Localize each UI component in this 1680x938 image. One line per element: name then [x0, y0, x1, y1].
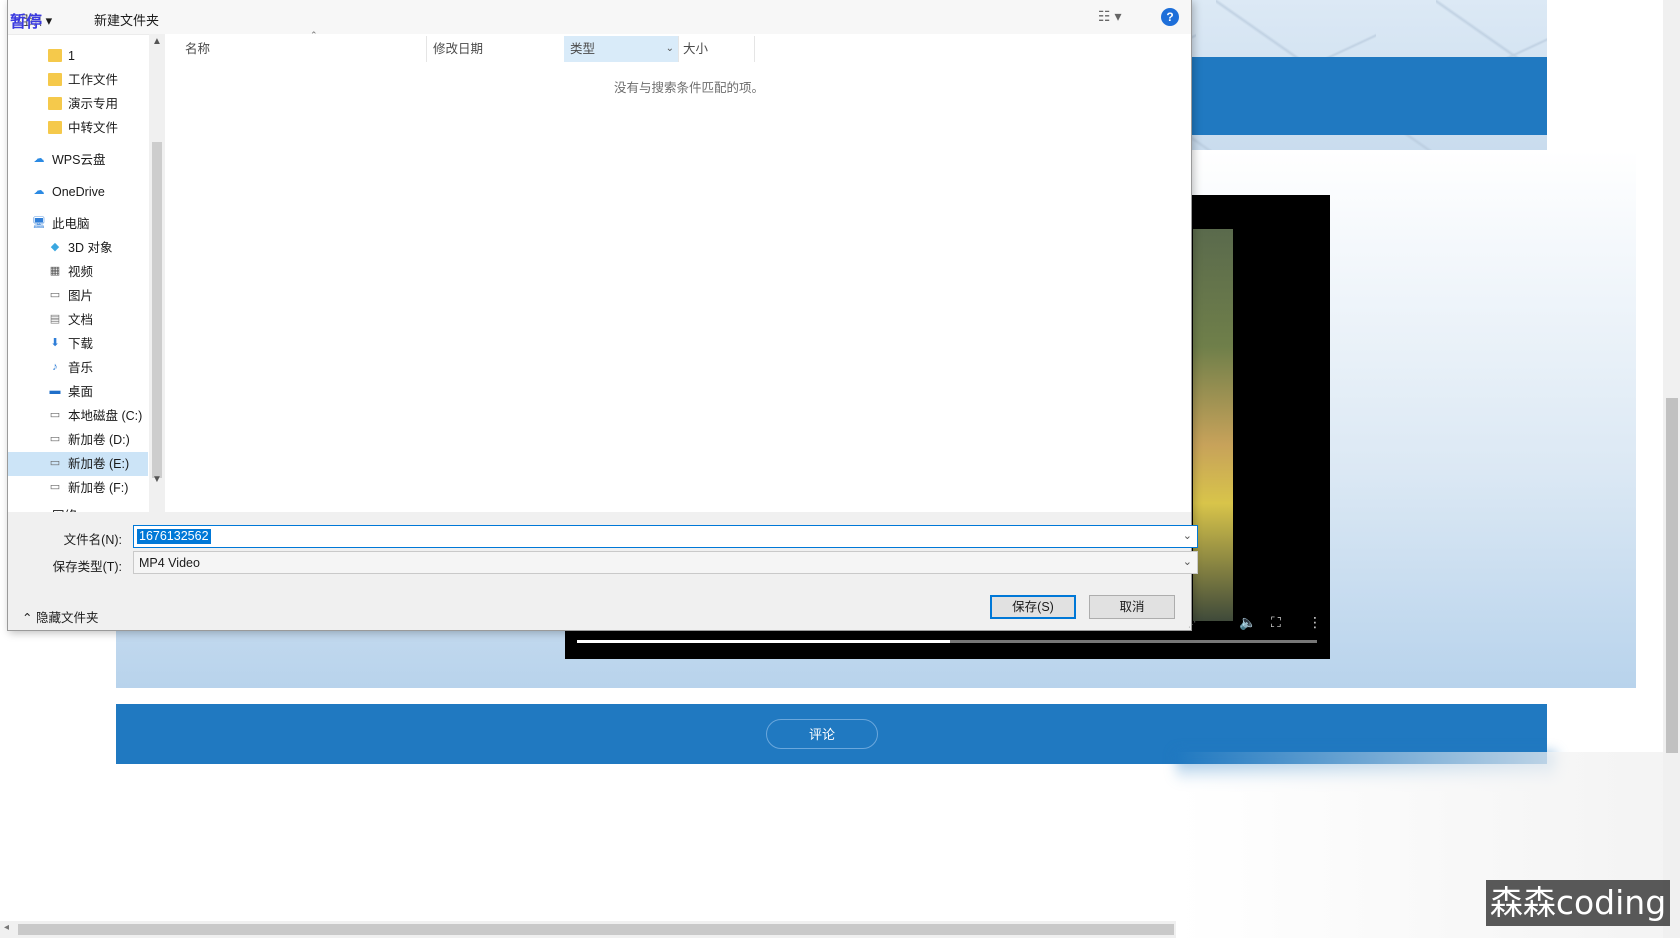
nav-item-label: WPS云盘	[52, 153, 106, 167]
nav-item[interactable]: ♪ 音乐	[8, 356, 148, 380]
nav-item[interactable]: 演示专用	[8, 92, 148, 116]
filename-label: 文件名(N):	[63, 533, 122, 547]
nav-item[interactable]: ▭ 本地磁盘 (C:)	[8, 404, 148, 428]
desktop-icon: ▬	[49, 385, 61, 397]
nav-item[interactable]: 工作文件	[8, 68, 148, 92]
nav-item-label: OneDrive	[52, 185, 105, 199]
save-button[interactable]: 保存(S)	[990, 595, 1076, 619]
pause-overlay: 暂停	[10, 14, 43, 31]
nav-item-label: 网络	[52, 504, 77, 512]
document-icon: ▤	[49, 313, 61, 325]
nav-item-label: 1	[68, 49, 75, 63]
cloud-icon: ☁	[33, 153, 45, 165]
drive-icon: ▭	[49, 409, 61, 421]
video-frame	[1193, 229, 1233, 621]
chevron-up-icon: ⌃	[22, 611, 33, 625]
page-horizontal-scroll-thumb[interactable]	[18, 924, 1174, 935]
navigation-pane: 1 工作文件演示专用中转文件 ☁ WPS云盘 ☁ OneDrive 🖥 此电脑 ◆ 3D 对象 ▦ 视…	[8, 34, 163, 512]
drive-icon: ▭	[49, 433, 61, 445]
nav-item[interactable]: ☁ OneDrive	[8, 180, 148, 204]
comment-button[interactable]: 评论	[766, 719, 878, 749]
music-icon: ♪	[52, 361, 58, 373]
save-as-dialog: 组织 ▾ 暂停 新建文件夹 ☷ ▾ ? 1 工作文件 演示专用 中转文件 ☁ WPS云盘 ☁…	[7, 0, 1198, 631]
picture-icon: ▭	[49, 289, 61, 301]
volume-icon[interactable]: 🔈	[1239, 614, 1256, 631]
page-vertical-scroll-thumb[interactable]	[1666, 398, 1678, 753]
fullscreen-icon[interactable]: ⛶	[1271, 614, 1281, 631]
cloud-icon: ☁	[33, 185, 45, 197]
folder-icon	[48, 121, 62, 134]
filetype-label: 保存类型(T):	[52, 560, 122, 574]
filename-input[interactable]: 1676132562 ⌄	[133, 525, 1198, 548]
nav-item-label: 3D 对象	[68, 241, 113, 255]
column-name[interactable]: 名称	[181, 36, 426, 62]
video-progress-fill	[577, 640, 950, 643]
nav-item-label: 本地磁盘 (C:)	[68, 409, 143, 423]
view-options-icon[interactable]: ☷ ▾	[1098, 8, 1121, 25]
nav-item-label: 中转文件	[68, 121, 119, 135]
nav-scroll-down-icon[interactable]: ▼	[152, 474, 162, 485]
nav-item-label: 新加卷 (E:)	[68, 457, 130, 471]
nav-item-label: 演示专用	[68, 97, 119, 111]
nav-item-label: 音乐	[68, 361, 94, 375]
video-icon: ▦	[49, 265, 61, 277]
nav-item[interactable]: 中转文件	[8, 116, 148, 140]
nav-item-label: 新加卷 (F:)	[68, 481, 129, 495]
nav-item-label: 工作文件	[68, 73, 119, 87]
nav-scroll-up-icon[interactable]: ▲	[152, 36, 162, 47]
nav-item[interactable]: ▦ 视频	[8, 260, 148, 284]
nav-item[interactable]: ▭ 图片	[8, 284, 148, 308]
scroll-left-icon[interactable]: ◂	[4, 922, 9, 933]
chevron-down-icon[interactable]: ⌄	[666, 36, 674, 62]
nav-scroll-thumb[interactable]	[152, 142, 162, 478]
column-type[interactable]: 类型 ⌄	[564, 36, 678, 62]
resize-grip-icon[interactable]: ⋰	[1188, 620, 1196, 629]
cancel-button[interactable]: 取消	[1089, 595, 1175, 619]
filetype-value: MP4 Video	[139, 556, 200, 570]
nav-item[interactable]: ▤ 文档	[8, 308, 148, 332]
nav-item-label: 此电脑	[52, 217, 90, 231]
more-options-icon[interactable]: ⋮	[1308, 614, 1322, 631]
filetype-select[interactable]: MP4 Video ⌄	[133, 551, 1198, 574]
computer-icon: 🖥	[32, 217, 46, 229]
hide-folders-toggle[interactable]: ⌃ 隐藏文件夹	[22, 607, 98, 626]
download-icon: ⬇	[50, 337, 60, 349]
nav-item[interactable]: ◆ 3D 对象	[8, 236, 148, 260]
nav-item[interactable]: ▭ 新加卷 (D:)	[8, 428, 148, 452]
column-size[interactable]: 大小	[679, 36, 754, 62]
column-modified[interactable]: 修改日期	[427, 36, 563, 62]
new-folder-button[interactable]: 新建文件夹	[94, 10, 159, 29]
nav-item[interactable]: ▬ 桌面	[8, 380, 148, 404]
empty-message: 没有与搜索条件匹配的项。	[614, 81, 765, 95]
nav-item-label: 视频	[68, 265, 94, 279]
dialog-toolbar: 组织 ▾ 暂停 新建文件夹 ☷ ▾ ?	[8, 0, 1191, 35]
drive-icon: ▭	[49, 481, 61, 493]
watermark: 森森coding	[1486, 880, 1670, 926]
folder-icon	[48, 73, 62, 86]
folder-icon	[48, 49, 62, 62]
nav-item[interactable]: ▰网络	[8, 504, 148, 512]
drive-icon: ▭	[49, 457, 61, 469]
nav-item-label: 文档	[68, 313, 94, 327]
chevron-down-icon[interactable]: ⌄	[1183, 529, 1192, 542]
chevron-down-icon[interactable]: ⌄	[1183, 555, 1192, 568]
nav-item[interactable]: ▭ 新加卷 (E:)	[8, 452, 148, 476]
filename-value[interactable]: 1676132562	[137, 529, 211, 544]
nav-item[interactable]: ☁ WPS云盘	[8, 148, 148, 172]
nav-item-label: 下载	[68, 337, 94, 351]
cube-icon: ◆	[50, 241, 60, 253]
file-list[interactable]	[165, 34, 1191, 512]
help-icon[interactable]: ?	[1161, 8, 1179, 26]
nav-item[interactable]: 🖥 此电脑	[8, 212, 148, 236]
nav-item-label: 桌面	[68, 385, 94, 399]
nav-item[interactable]: 1	[8, 44, 148, 68]
nav-item-label: 图片	[68, 289, 94, 303]
folder-icon	[48, 97, 62, 110]
column-divider[interactable]	[754, 36, 755, 62]
nav-item[interactable]: ▭ 新加卷 (F:)	[8, 476, 148, 500]
nav-item-label: 新加卷 (D:)	[68, 433, 130, 447]
nav-item[interactable]: ⬇ 下载	[8, 332, 148, 356]
